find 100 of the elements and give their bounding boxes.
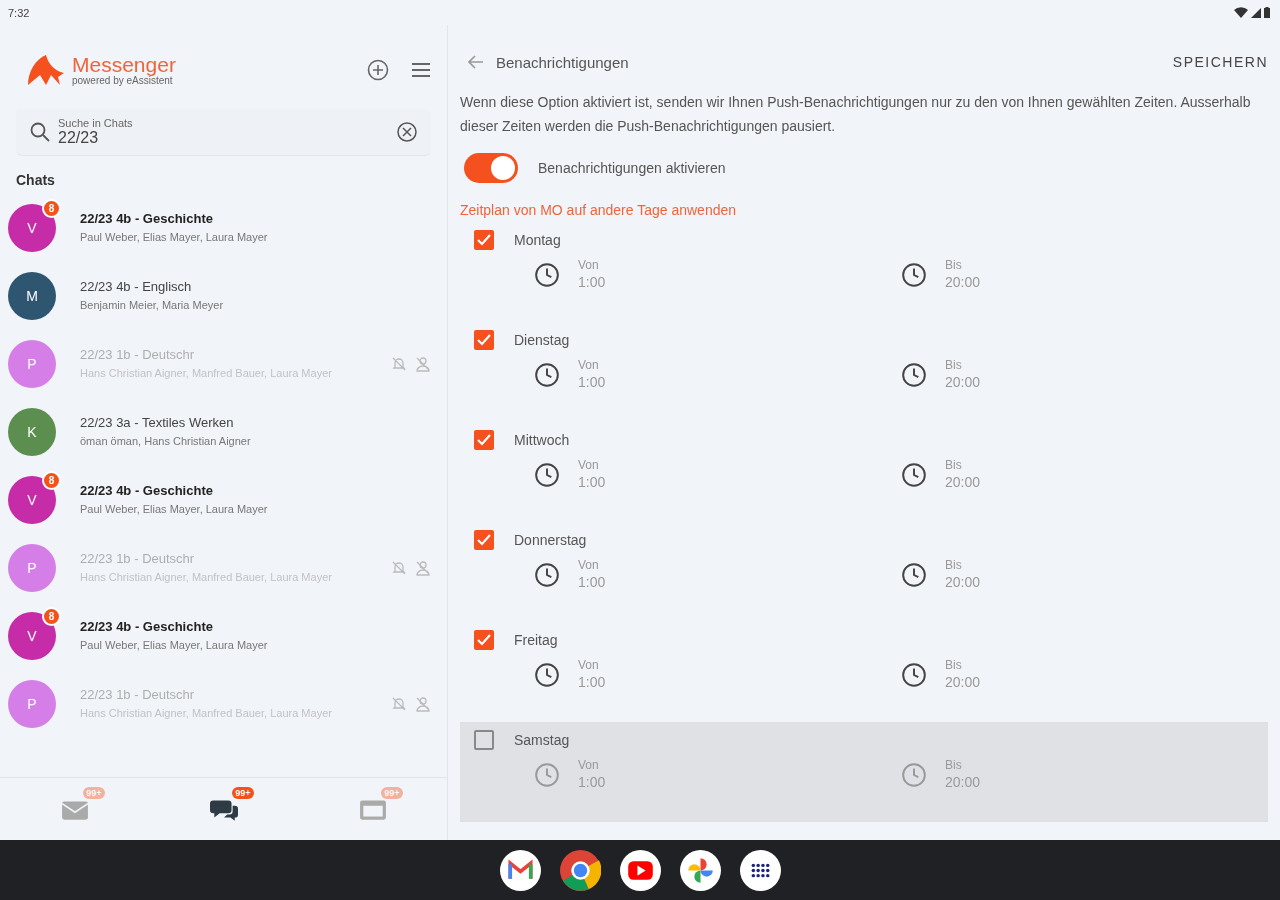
back-arrow-icon [468,55,484,69]
calendar-icon [358,797,387,821]
bell-off-icon [391,696,407,712]
browser-icon[interactable] [559,849,601,891]
to-label: Bis [945,458,963,472]
from-time[interactable]: 1:00 [578,572,606,592]
menu-button[interactable] [411,62,431,78]
from-label: Von [578,258,600,272]
to-time[interactable]: 20:00 [945,472,981,492]
clock-icon [534,762,560,788]
from-label: Von [578,358,600,372]
chat-title[interactable]: 22/23 1b - Deutschr [80,687,345,702]
chat-members: öman öman, Hans Christian Aigner [80,434,252,449]
to-label: Bis [945,758,963,772]
avatar[interactable]: K [8,408,56,456]
from-label: Von [578,758,600,772]
to-label: Bis [945,258,963,272]
description: Wenn diese Option aktiviert ist, senden wir Ihnen Push-Benachrichtigungen nur zu den von Ihnen gewählten Zeiten. Ausserhalb dieser Zeiten werden die Push-Benachrichtigungen pausiert. [460,93,1252,136]
to-time[interactable]: 20:00 [945,772,981,792]
from-time[interactable]: 1:00 [578,672,606,692]
bell-off-icon [391,560,407,576]
count-badge: 99+ [381,787,403,799]
clock-icon [534,262,560,288]
apps-icon[interactable] [739,849,781,891]
plus-circle-icon [367,59,389,81]
unread-badge: 8 [42,607,61,626]
day-checkbox[interactable] [474,630,494,650]
day-name: Dienstag [514,332,570,348]
wifi-icon [1234,7,1248,18]
battery-icon [1264,7,1270,18]
avatar[interactable]: M [8,272,56,320]
day-name: Mittwoch [514,432,570,448]
to-time[interactable]: 20:00 [945,372,981,392]
to-label: Bis [945,658,963,672]
from-label: Von [578,658,600,672]
check-icon [477,534,491,546]
app-subtitle: powered by eAssistent [72,76,173,86]
day-checkbox[interactable] [474,530,494,550]
section-title: Chats [15,171,56,190]
to-time[interactable]: 20:00 [945,572,981,592]
chat-title[interactable]: 22/23 4b - Englisch [80,279,345,294]
day-name: Donnerstag [514,532,587,548]
avatar[interactable]: P [8,680,56,728]
play-icon[interactable] [619,849,661,891]
to-time[interactable]: 20:00 [945,672,981,692]
to-time[interactable]: 20:00 [945,272,981,292]
pinwheel-icon[interactable] [679,849,721,891]
page-title: Benachrichtigungen [496,53,630,71]
clock-icon [901,662,927,688]
check-icon [477,434,491,446]
from-time[interactable]: 1:00 [578,772,606,792]
day-checkbox[interactable] [474,230,494,250]
clock-icon [901,362,927,388]
chat-title[interactable]: 22/23 3a - Textiles Werken [80,415,345,430]
from-time[interactable]: 1:00 [578,372,606,392]
from-time[interactable]: 1:00 [578,272,606,292]
day-checkbox[interactable] [474,330,494,350]
chat-title[interactable]: 22/23 4b - Geschichte [80,619,345,634]
day-checkbox[interactable] [474,730,494,750]
check-icon [477,334,491,346]
avatar[interactable]: P [8,340,56,388]
toggle-switch[interactable] [464,153,518,183]
close-icon [397,122,417,142]
person-off-icon [415,356,431,372]
save-button[interactable]: SPEICHERN [1172,54,1268,70]
avatar[interactable]: P [8,544,56,592]
chat-title[interactable]: 22/23 1b - Deutschr [80,551,345,566]
chat-title[interactable]: 22/23 1b - Deutschr [80,347,345,362]
person-off-icon [415,696,431,712]
clock-icon [901,762,927,788]
check-icon [477,234,491,246]
day-name: Freitag [514,632,558,648]
chat-title[interactable]: 22/23 4b - Geschichte [80,483,345,498]
status-time: 7:32 [8,6,30,19]
day-name: Montag [514,232,561,248]
count-badge: 99+ [232,787,254,799]
clear-button[interactable] [397,122,417,142]
chat-bubbles-icon [209,797,238,821]
clock-icon [534,562,560,588]
day-checkbox[interactable] [474,430,494,450]
clock-icon [901,562,927,588]
menu-icon [411,62,431,78]
signal-icon [1251,7,1261,18]
search-label: Suche in Chats [58,117,134,129]
from-time[interactable]: 1:00 [578,472,606,492]
add-button[interactable] [367,59,389,81]
clock-icon [901,262,927,288]
apply-link[interactable]: Zeitplan von MO auf andere Tage anwenden [460,202,1268,218]
chat-members: Paul Weber, Elias Mayer, Laura Mayer [80,638,269,653]
unread-badge: 8 [42,471,61,490]
person-off-icon [415,560,431,576]
chat-members: Paul Weber, Elias Mayer, Laura Mayer [80,230,269,245]
chat-members: Paul Weber, Elias Mayer, Laura Mayer [80,502,269,517]
chat-title[interactable]: 22/23 4b - Geschichte [80,211,345,226]
clock-icon [534,662,560,688]
search-value: 22/23 [58,129,100,147]
mail-icon[interactable] [499,849,541,891]
chat-members: Benjamin Meier, Maria Meyer [80,298,225,313]
app-title: Messenger [72,54,176,76]
toggle-label: Benachrichtigungen aktivieren [538,160,726,176]
